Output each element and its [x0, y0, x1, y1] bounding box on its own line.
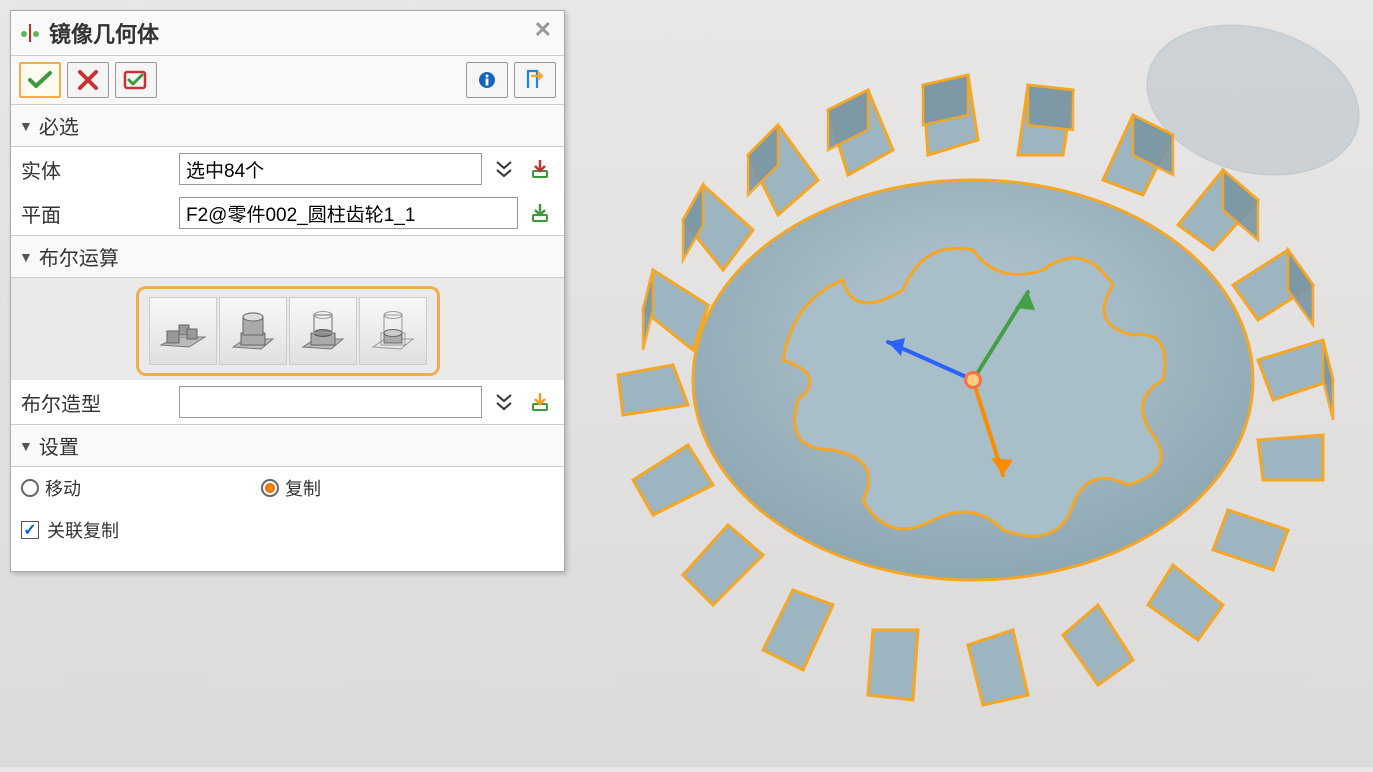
boolean-none-button[interactable] [149, 297, 217, 365]
plane-select-button[interactable] [526, 200, 554, 226]
info-button[interactable] [466, 62, 508, 98]
double-chevron-down-icon [495, 392, 513, 412]
move-label: 移动 [45, 475, 81, 501]
entity-label: 实体 [21, 155, 171, 184]
plane-input[interactable] [179, 197, 518, 229]
entity-expand-button[interactable] [490, 159, 518, 179]
assoc-copy-checkbox[interactable] [21, 521, 39, 539]
entity-input[interactable] [179, 153, 482, 185]
gear-model-view [553, 0, 1373, 767]
section-title-boolean: 布尔运算 [39, 242, 119, 271]
move-copy-row: 移动 复制 [11, 467, 564, 509]
section-header-required[interactable]: ▼ 必选 [11, 105, 564, 147]
dialog-header: 镜像几何体 ✕ [11, 11, 564, 56]
chevron-down-icon: ▼ [19, 249, 33, 265]
copy-radio-group[interactable]: 复制 [261, 475, 321, 501]
boolean-subtract-icon [297, 305, 349, 357]
expand-button[interactable] [514, 62, 556, 98]
section-header-settings[interactable]: ▼ 设置 [11, 425, 564, 467]
checkmark-icon [27, 69, 53, 91]
section-title-settings: 设置 [39, 431, 79, 460]
copy-label: 复制 [285, 475, 321, 501]
copy-radio[interactable] [261, 479, 279, 497]
x-icon [77, 69, 99, 91]
boolean-subtract-button[interactable] [289, 297, 357, 365]
boolean-shape-label: 布尔造型 [21, 388, 171, 417]
ok-button[interactable] [19, 62, 61, 98]
section-body-settings: 移动 复制 关联复制 [11, 467, 564, 571]
info-icon [477, 70, 497, 90]
move-radio-group[interactable]: 移动 [21, 475, 81, 501]
boolean-shape-expand-button[interactable] [490, 392, 518, 412]
mirror-geometry-dialog: 镜像几何体 ✕ [10, 10, 565, 572]
double-chevron-down-icon [495, 159, 513, 179]
assoc-copy-row: 关联复制 [11, 509, 564, 551]
down-arrow-red-icon [529, 158, 551, 180]
dialog-toolbar [11, 56, 564, 105]
down-arrow-green-icon [529, 202, 551, 224]
entity-select-button[interactable] [526, 156, 554, 182]
section-body-required: 实体 平面 [11, 147, 564, 236]
boolean-shape-select-button[interactable] [526, 389, 554, 415]
3d-viewport[interactable] [553, 0, 1373, 767]
boolean-shape-input[interactable] [179, 386, 482, 418]
mirror-icon [21, 24, 39, 42]
boolean-operation-toolbar [136, 286, 440, 376]
apply-icon [123, 69, 149, 91]
boolean-union-icon [227, 305, 279, 357]
plane-label: 平面 [21, 199, 171, 228]
plane-row: 平面 [11, 191, 564, 235]
apply-button[interactable] [115, 62, 157, 98]
section-header-boolean[interactable]: ▼ 布尔运算 [11, 236, 564, 278]
dialog-title: 镜像几何体 [49, 17, 159, 49]
down-arrow-orange-icon [529, 391, 551, 413]
cancel-button[interactable] [67, 62, 109, 98]
boolean-intersect-button[interactable] [359, 297, 427, 365]
section-title-required: 必选 [39, 111, 79, 140]
boolean-intersect-icon [367, 305, 419, 357]
close-button[interactable]: ✕ [534, 17, 552, 43]
assoc-copy-label: 关联复制 [47, 517, 119, 543]
move-radio[interactable] [21, 479, 39, 497]
expand-panel-icon [525, 68, 545, 92]
boolean-union-button[interactable] [219, 297, 287, 365]
boolean-none-icon [157, 305, 209, 357]
section-body-boolean: 布尔造型 [11, 278, 564, 425]
chevron-down-icon: ▼ [19, 438, 33, 454]
boolean-shape-row: 布尔造型 [11, 380, 564, 424]
entity-row: 实体 [11, 147, 564, 191]
chevron-down-icon: ▼ [19, 118, 33, 134]
